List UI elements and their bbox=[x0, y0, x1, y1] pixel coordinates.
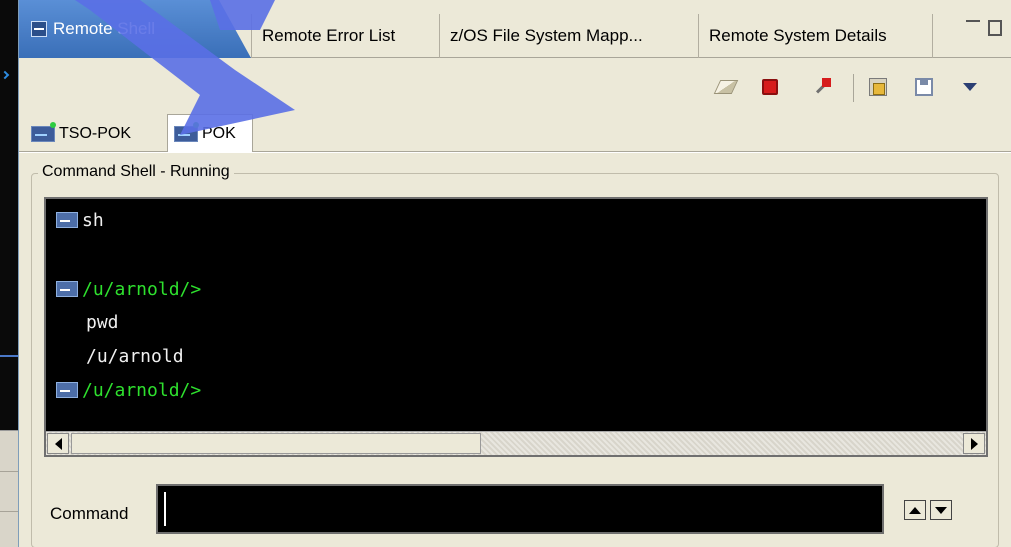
output-text: sh bbox=[82, 209, 104, 231]
output-line: sh bbox=[56, 209, 104, 231]
remove-shell-button[interactable] bbox=[811, 76, 833, 98]
save-icon bbox=[915, 78, 933, 96]
output-line: /u/arnold/> bbox=[56, 379, 201, 401]
background-panel bbox=[0, 430, 18, 547]
terminate-icon bbox=[762, 79, 778, 95]
output-line: pwd bbox=[86, 311, 119, 333]
scrollbar-thumb[interactable] bbox=[71, 433, 481, 454]
shell-panel: Command Shell - Running sh /u/arnold/> p… bbox=[19, 152, 1011, 547]
shell-output[interactable]: sh /u/arnold/> pwd /u/arnold /u/arnold/> bbox=[44, 197, 988, 457]
view-tab-bar: Remote Shell Remote Error List z/OS File… bbox=[19, 0, 1011, 58]
scroll-right-button[interactable] bbox=[963, 433, 985, 454]
command-label: Command bbox=[50, 504, 129, 523]
chevron-right-icon bbox=[0, 70, 10, 80]
minimize-icon[interactable] bbox=[966, 20, 980, 30]
tab-pok[interactable]: POK bbox=[167, 114, 253, 153]
output-text: pwd bbox=[86, 311, 119, 333]
previous-command-button[interactable] bbox=[904, 500, 926, 520]
arrow-left-icon bbox=[54, 437, 62, 450]
export-button[interactable] bbox=[867, 76, 889, 98]
view-toolbar bbox=[19, 58, 1011, 114]
command-shell-group: Command Shell - Running sh /u/arnold/> p… bbox=[31, 163, 999, 547]
prompt-text: /u/arnold/> bbox=[82, 379, 202, 401]
tab-remote-error-list[interactable]: Remote Error List bbox=[251, 14, 439, 58]
divider bbox=[0, 355, 18, 357]
clear-button[interactable] bbox=[713, 76, 739, 98]
clear-icon bbox=[713, 80, 739, 94]
horizontal-scrollbar[interactable] bbox=[46, 431, 986, 455]
prompt-text: /u/arnold/> bbox=[82, 278, 202, 300]
toolbar-separator bbox=[853, 74, 854, 102]
output-line: /u/arnold bbox=[86, 345, 184, 367]
tab-remote-system-details[interactable]: Remote System Details bbox=[698, 14, 932, 58]
output-text: /u/arnold bbox=[86, 345, 184, 367]
maximize-icon[interactable] bbox=[988, 20, 1002, 36]
next-command-button[interactable] bbox=[930, 500, 952, 520]
output-line: /u/arnold/> bbox=[56, 278, 201, 300]
tab-label: Remote System Details bbox=[709, 26, 887, 45]
scroll-left-button[interactable] bbox=[47, 433, 69, 454]
prompt-icon bbox=[56, 281, 78, 297]
group-title: Command Shell - Running bbox=[38, 163, 234, 181]
remove-icon bbox=[813, 78, 831, 96]
divider bbox=[0, 511, 18, 512]
tab-remote-shell[interactable]: Remote Shell bbox=[19, 0, 251, 58]
save-button[interactable] bbox=[913, 76, 935, 98]
divider bbox=[0, 471, 18, 472]
prompt-icon bbox=[56, 382, 78, 398]
tab-label: Remote Shell bbox=[53, 19, 156, 38]
tab-label: TSO-POK bbox=[59, 125, 132, 142]
terminate-button[interactable] bbox=[759, 76, 781, 98]
menu-dropdown-icon bbox=[963, 83, 977, 91]
command-icon bbox=[56, 212, 78, 228]
background-window bbox=[0, 0, 18, 547]
tab-label: POK bbox=[202, 125, 236, 142]
export-icon bbox=[869, 78, 887, 96]
text-caret bbox=[164, 492, 166, 526]
shell-tab-bar: TSO-POK POK bbox=[19, 114, 1011, 153]
tab-label: Remote Error List bbox=[262, 26, 396, 45]
shell-connection-icon bbox=[174, 122, 199, 142]
shell-connection-icon bbox=[31, 122, 56, 142]
command-input[interactable] bbox=[156, 484, 884, 534]
tab-label: z/OS File System Mapp... bbox=[450, 26, 643, 45]
arrow-down-icon bbox=[935, 506, 947, 514]
remote-shell-view: Remote Shell Remote Error List z/OS File… bbox=[18, 0, 1011, 547]
view-menu-button[interactable] bbox=[959, 76, 981, 98]
arrow-right-icon bbox=[970, 437, 978, 450]
remote-shell-icon bbox=[31, 21, 47, 37]
arrow-up-icon bbox=[909, 506, 921, 514]
tab-tso-pok[interactable]: TSO-POK bbox=[25, 116, 165, 152]
tab-zos-file-system-mapping[interactable]: z/OS File System Mapp... bbox=[439, 14, 698, 58]
